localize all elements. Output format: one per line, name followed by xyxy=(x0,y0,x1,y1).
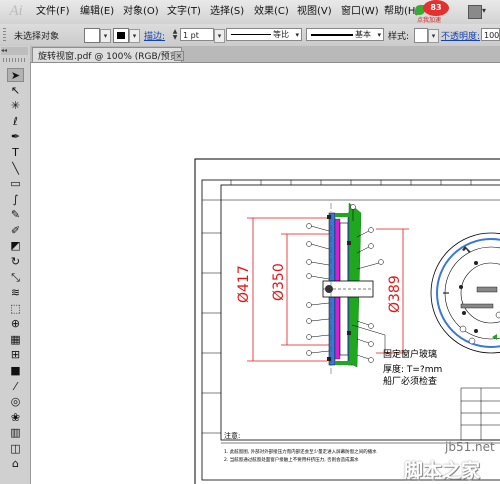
collapse-panel-button[interactable]: ◂◂ xyxy=(1,47,28,55)
free-transform-tool-icon[interactable]: ⬚ xyxy=(7,302,24,316)
fill-dropdown[interactable]: ▾ xyxy=(100,29,111,43)
grip-handle[interactable] xyxy=(3,28,6,42)
dimension-outer: Ø417 xyxy=(236,265,252,303)
stroke-link[interactable]: 描边: xyxy=(144,29,165,42)
blob-brush-tool-icon[interactable]: ✐ xyxy=(7,224,24,238)
artboard-tool-icon[interactable]: ◫ xyxy=(7,442,24,456)
rotate-tool-icon[interactable]: ↻ xyxy=(7,255,24,269)
menu-edit[interactable]: 编辑(E) xyxy=(80,5,114,19)
watermark-text: 脚本之家 xyxy=(404,460,481,482)
tools-panel: ◂◂ ➤ ↖ ✳ ℓ ✒ T ╲ ▭ ∫ ✎ ✐ ◩ ↻ ⤡ ≋ ⬚ ⊕ ▦ ⊞ ■ ⁄ ◎ ❀ ▥ ◫ ⌂ xyxy=(0,46,31,484)
magic-wand-tool-icon[interactable]: ✳ xyxy=(7,99,24,113)
badge-label: 点我加速 xyxy=(417,17,442,24)
control-bar: 未选择对象 ▾ ▾ 描边: ▲ ▼ 1 pt ▾ 等比 ▾ 基本 ▾ 样式: ▾ … xyxy=(0,24,500,47)
badge-count: 83 xyxy=(423,0,449,16)
note-line-3: 船厂必须检查 xyxy=(383,375,437,387)
line-tool-icon[interactable]: ╲ xyxy=(7,162,24,176)
menu-effect[interactable]: 效果(C) xyxy=(254,5,289,19)
profile-line xyxy=(231,34,271,35)
dimension-right: Ø389 xyxy=(387,275,403,313)
speed-up-badge[interactable]: 83 点我加速 xyxy=(409,0,467,24)
eyedropper-tool-icon[interactable]: ⁄ xyxy=(7,380,24,394)
lasso-tool-icon[interactable]: ℓ xyxy=(7,115,24,129)
stroke-color-dropdown[interactable]: ▾ xyxy=(129,29,140,43)
menu-window[interactable]: 窗口(W) xyxy=(341,5,379,19)
brush-definition[interactable]: 基本 ▾ xyxy=(306,28,384,41)
notes-title: 注意: xyxy=(224,431,240,440)
watermark-site: jb51.net xyxy=(445,440,495,454)
scale-tool-icon[interactable]: ⤡ xyxy=(7,271,24,285)
dimension-mid: Ø350 xyxy=(271,263,287,301)
chevron-down-icon: ▾ xyxy=(295,31,299,39)
menu-bar: Ai 文件(F) 编辑(E) 对象(O) 文字(T) 选择(S) 效果(C) 视… xyxy=(0,0,500,25)
fill-swatch[interactable] xyxy=(84,28,100,43)
document-tab-bar: 旋转视窗.pdf @ 100% (RGB/预览) × xyxy=(30,46,500,63)
document-tab[interactable]: 旋转视窗.pdf @ 100% (RGB/预览) × xyxy=(32,47,184,62)
close-icon[interactable]: × xyxy=(174,51,184,61)
eraser-tool-icon[interactable]: ◩ xyxy=(7,239,24,253)
chevron-down-icon[interactable]: ▾ xyxy=(482,6,486,15)
stroke-weight-dropdown[interactable]: ▾ xyxy=(214,29,225,43)
brush-label: 基本 xyxy=(355,30,371,39)
note-line-2: 厚度: T=?mm xyxy=(383,363,442,375)
column-graph-tool-icon[interactable]: ▥ xyxy=(7,426,24,440)
document-tab-title: 旋转视窗.pdf @ 100% (RGB/预览) xyxy=(38,52,183,62)
gradient-tool-icon[interactable]: ■ xyxy=(7,364,24,378)
shape-builder-tool-icon[interactable]: ⊕ xyxy=(7,317,24,331)
perspective-grid-tool-icon[interactable]: ▦ xyxy=(7,333,24,347)
warp-tool-icon[interactable]: ≋ xyxy=(7,286,24,300)
menu-type[interactable]: 文字(T) xyxy=(167,5,201,19)
variable-width-profile[interactable]: 等比 ▾ xyxy=(226,28,302,41)
menu-select[interactable]: 选择(S) xyxy=(210,5,244,19)
menu-file[interactable]: 文件(F) xyxy=(36,5,70,19)
notes-line-1: 1. 此舷窗图, 外部对外部接压力而内部还会至少量走进入屏幕防窗之间的播水 xyxy=(224,448,377,455)
blend-tool-icon[interactable]: ◎ xyxy=(7,395,24,409)
notes-line-2: 2. 当舷窗通过舷窗处面窗户接触上不要用杆挤压力, 否则会造成漏水 xyxy=(224,456,359,463)
mesh-tool-icon[interactable]: ⊞ xyxy=(7,348,24,362)
technical-drawing: Ø417 Ø350 Ø389 固定窗户玻璃 厚度: T=?mm 船厂必须检查 注… xyxy=(194,158,500,484)
artboard-canvas[interactable]: Ø417 Ø350 Ø389 固定窗户玻璃 厚度: T=?mm 船厂必须检查 注… xyxy=(31,63,500,484)
graphic-style-swatch[interactable] xyxy=(414,28,428,43)
pencil-tool-icon[interactable]: ✎ xyxy=(7,208,24,222)
note-line-1: 固定窗户玻璃 xyxy=(383,348,437,360)
menu-view[interactable]: 视图(V) xyxy=(297,5,332,19)
app-logo: Ai xyxy=(9,3,23,19)
direct-selection-tool-icon[interactable]: ↖ xyxy=(7,84,24,98)
pen-tool-icon[interactable]: ✒ xyxy=(7,130,24,144)
selection-tool-icon[interactable]: ➤ xyxy=(7,68,24,82)
arrange-documents-icon[interactable] xyxy=(468,5,482,19)
chevron-down-icon: ▾ xyxy=(377,31,381,39)
panel-grip[interactable] xyxy=(3,58,27,62)
symbol-sprayer-tool-icon[interactable]: ❀ xyxy=(7,411,24,425)
opacity-field[interactable]: 100 xyxy=(481,28,500,41)
slice-tool-icon[interactable]: ⌂ xyxy=(7,457,24,471)
selection-label: 未选择对象 xyxy=(14,32,60,42)
stroke-swatch[interactable] xyxy=(113,28,129,43)
rectangle-tool-icon[interactable]: ▭ xyxy=(7,177,24,191)
brush-line xyxy=(311,34,353,36)
style-dropdown[interactable]: ▾ xyxy=(428,29,439,43)
style-label: 样式: xyxy=(388,32,410,42)
opacity-link[interactable]: 不透明度: xyxy=(441,29,480,42)
stroke-weight-field[interactable]: 1 pt xyxy=(180,28,214,41)
profile-label: 等比 xyxy=(273,30,289,39)
stroke-weight-stepper[interactable]: ▲ ▼ xyxy=(171,29,179,41)
menu-object[interactable]: 对象(O) xyxy=(123,5,159,19)
type-tool-icon[interactable]: T xyxy=(7,146,24,160)
paintbrush-tool-icon[interactable]: ∫ xyxy=(7,193,24,207)
